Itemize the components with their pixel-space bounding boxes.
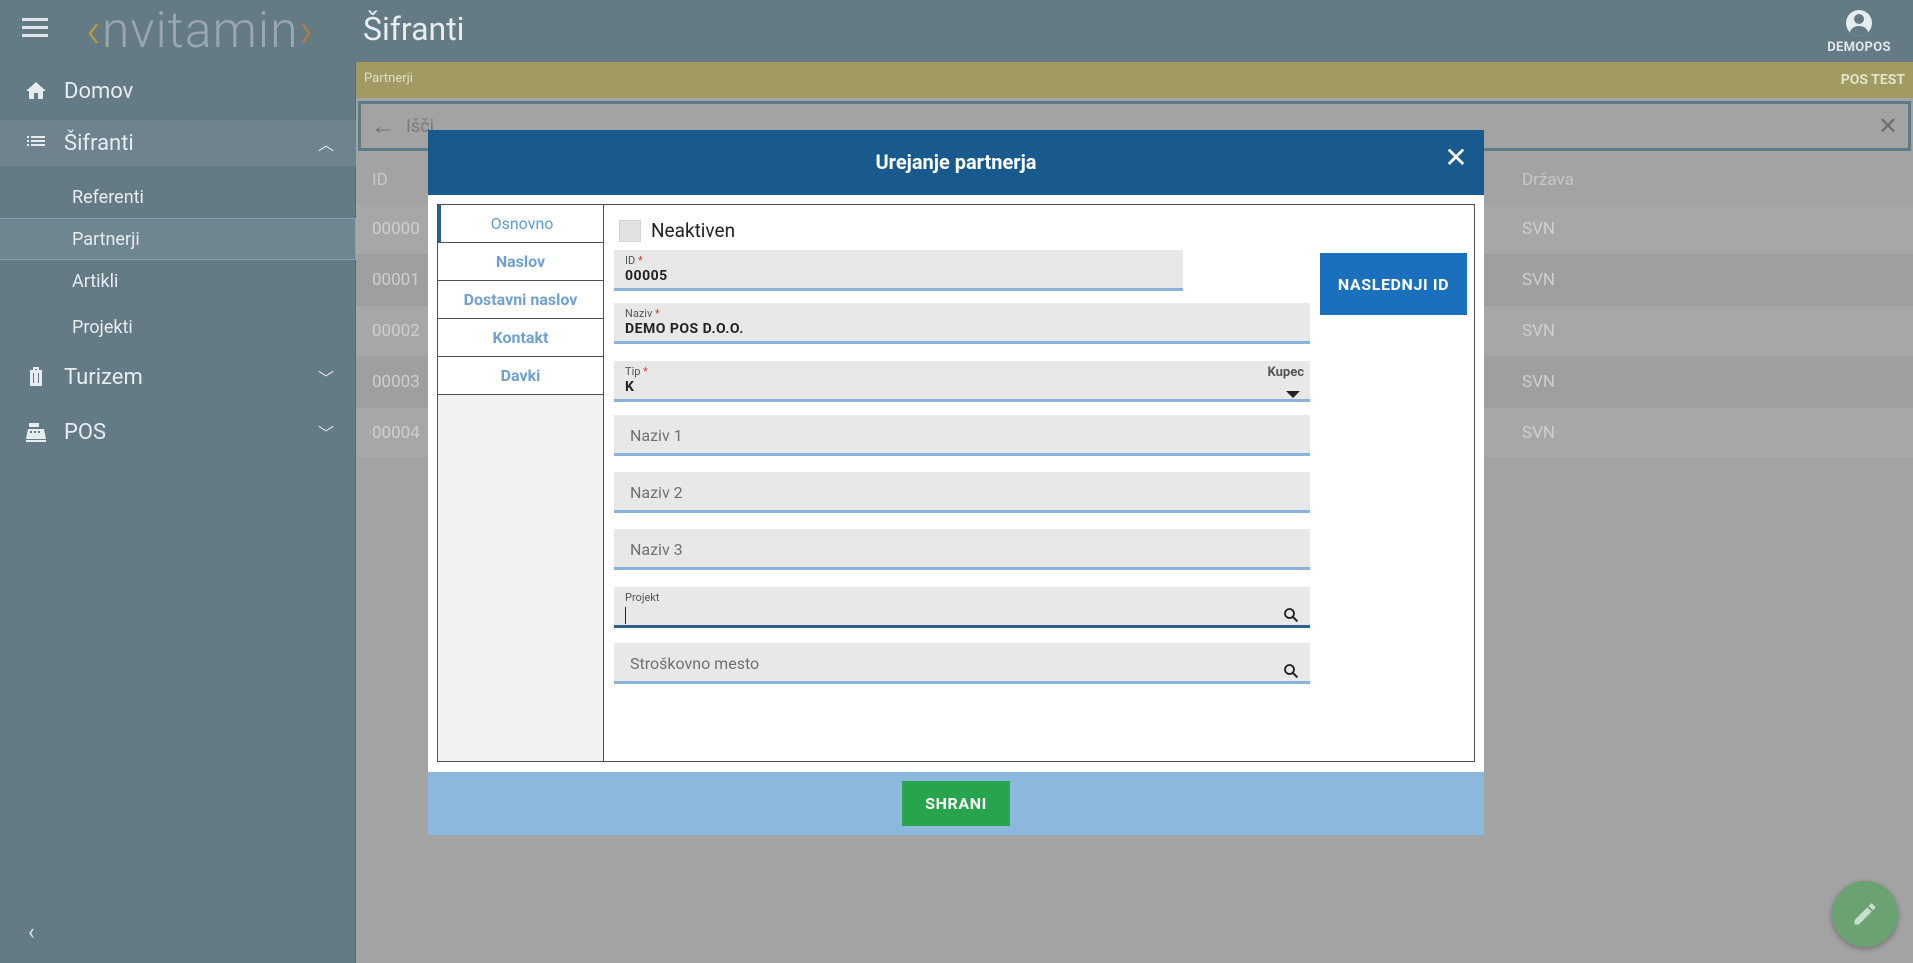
sidebar-item-domov[interactable]: Domov: [0, 68, 356, 114]
sidebar-item-label: Šifranti: [64, 130, 134, 156]
breadcrumb-current: Partnerji: [364, 71, 413, 86]
next-id-button[interactable]: NASLEDNJI ID: [1320, 253, 1467, 315]
sidebar-subitem-label: Projekti: [72, 316, 133, 338]
sidebar-item-label: Domov: [64, 78, 134, 104]
cell-id: 00003: [372, 372, 420, 392]
edit-fab-button[interactable]: [1832, 881, 1898, 947]
naziv1-input[interactable]: Naziv 1: [614, 415, 1310, 456]
sidebar-subitem-partnerji[interactable]: Partnerji: [0, 218, 356, 260]
sidebar-item-label: Turizem: [64, 364, 143, 390]
sidebar-subitem-projekti[interactable]: Projekti: [0, 306, 356, 348]
sidebar: Domov Šifranti ︿ Referenti Partnerji Art…: [0, 62, 356, 963]
page-title: Šifranti: [363, 10, 465, 48]
clear-icon[interactable]: ✕: [1878, 112, 1898, 140]
projekt-field-label: Projekt: [625, 591, 660, 604]
chevron-down-icon: ﹀: [317, 369, 334, 388]
sidebar-subitem-label: Referenti: [72, 186, 144, 208]
luggage-icon: [30, 367, 42, 386]
pencil-icon: [1854, 903, 1876, 925]
sidebar-subitem-artikli[interactable]: Artikli: [0, 260, 356, 302]
search-icon[interactable]: [1282, 606, 1300, 624]
inactive-checkbox-row[interactable]: Neaktiven: [619, 219, 735, 242]
stroskovno-mesto-placeholder: Stroškovno mesto: [630, 654, 760, 673]
cell-id: 00000: [372, 219, 420, 239]
sidebar-item-sifranti[interactable]: Šifranti ︿: [0, 120, 356, 166]
sidebar-item-label: POS: [64, 419, 107, 445]
tab-naslov[interactable]: Naslov: [438, 243, 603, 281]
naziv1-placeholder: Naziv 1: [630, 426, 683, 445]
inactive-checkbox[interactable]: [619, 219, 641, 242]
save-button[interactable]: SHRANI: [902, 781, 1010, 826]
naziv3-input[interactable]: Naziv 3: [614, 529, 1310, 570]
environment-label: POS TEST: [1840, 72, 1905, 88]
naziv2-input[interactable]: Naziv 2: [614, 472, 1310, 513]
breadcrumb: Partnerji POS TEST: [356, 62, 1913, 98]
hamburger-menu-icon[interactable]: [22, 18, 48, 38]
column-header-drzava[interactable]: Država: [1522, 170, 1574, 190]
inactive-label: Neaktiven: [651, 219, 736, 242]
search-icon[interactable]: [1282, 662, 1300, 680]
top-app-bar: ‹nvitamin› Šifranti DEMOPOS: [0, 0, 1913, 62]
sidebar-item-pos[interactable]: POS ﹀: [0, 409, 356, 455]
cell-country: SVN: [1522, 372, 1556, 392]
cell-country: SVN: [1522, 270, 1556, 290]
id-field-label: ID *: [625, 254, 643, 267]
account-circle-icon: [1846, 10, 1872, 36]
chevron-down-icon: ﹀: [317, 424, 334, 443]
cell-country: SVN: [1522, 219, 1556, 239]
sidebar-subitem-referenti[interactable]: Referenti: [0, 176, 356, 218]
naziv-field-value: DEMO POS D.O.O.: [625, 321, 744, 337]
tab-dostavni-naslov[interactable]: Dostavni naslov: [438, 281, 603, 319]
tab-kontakt[interactable]: Kontakt: [438, 319, 603, 357]
cell-country: SVN: [1522, 423, 1556, 443]
projekt-input[interactable]: Projekt: [614, 587, 1310, 628]
close-icon[interactable]: ✕: [1442, 144, 1470, 172]
naziv-field-label: Naziv *: [625, 307, 660, 320]
sidebar-subitem-label: Artikli: [72, 270, 119, 292]
cell-id: 00001: [372, 270, 420, 290]
naziv-field[interactable]: Naziv * DEMO POS D.O.O.: [614, 303, 1310, 344]
tip-field-label: Tip *: [625, 365, 648, 378]
cell-country: SVN: [1522, 321, 1556, 341]
column-header-id[interactable]: ID: [372, 170, 388, 190]
sidebar-subitem-label: Partnerji: [72, 228, 140, 250]
cell-id: 00002: [372, 321, 420, 341]
app-logo: ‹nvitamin›: [86, 2, 315, 60]
edit-partner-dialog: Urejanje partnerja ✕ Osnovno Naslov Dost…: [428, 130, 1484, 835]
cash-register-icon: [26, 423, 46, 442]
tip-select[interactable]: Tip * K Kupec: [614, 361, 1310, 402]
user-name: DEMOPOS: [1827, 40, 1891, 55]
id-field-value: 00005: [625, 268, 668, 284]
stroskovno-mesto-input[interactable]: Stroškovno mesto: [614, 643, 1310, 684]
user-menu[interactable]: DEMOPOS: [1809, 10, 1909, 55]
dialog-header: Urejanje partnerja ✕: [428, 130, 1484, 195]
naziv3-placeholder: Naziv 3: [630, 540, 683, 559]
dialog-footer: SHRANI: [428, 772, 1484, 835]
text-cursor: [625, 607, 626, 624]
home-icon: [26, 82, 46, 99]
dialog-tabs: Osnovno Naslov Dostavni naslov Kontakt D…: [438, 205, 604, 761]
tip-field-value: K: [625, 379, 635, 395]
tip-display-value: Kupec: [1267, 365, 1304, 380]
id-field[interactable]: ID * 00005: [614, 250, 1183, 291]
dialog-title: Urejanje partnerja: [875, 150, 1037, 174]
dropdown-arrow-icon: [1286, 391, 1300, 398]
list-icon: [27, 136, 45, 146]
dialog-body: Osnovno Naslov Dostavni naslov Kontakt D…: [437, 204, 1475, 762]
collapse-sidebar-icon[interactable]: ‹: [28, 920, 35, 945]
arrow-back-icon[interactable]: ←: [371, 112, 395, 141]
chevron-up-icon: ︿: [317, 135, 334, 154]
tab-davki[interactable]: Davki: [438, 357, 603, 395]
cell-id: 00004: [372, 423, 420, 443]
tab-osnovno[interactable]: Osnovno: [438, 205, 603, 243]
sidebar-item-turizem[interactable]: Turizem ﹀: [0, 354, 356, 400]
naziv2-placeholder: Naziv 2: [630, 483, 683, 502]
